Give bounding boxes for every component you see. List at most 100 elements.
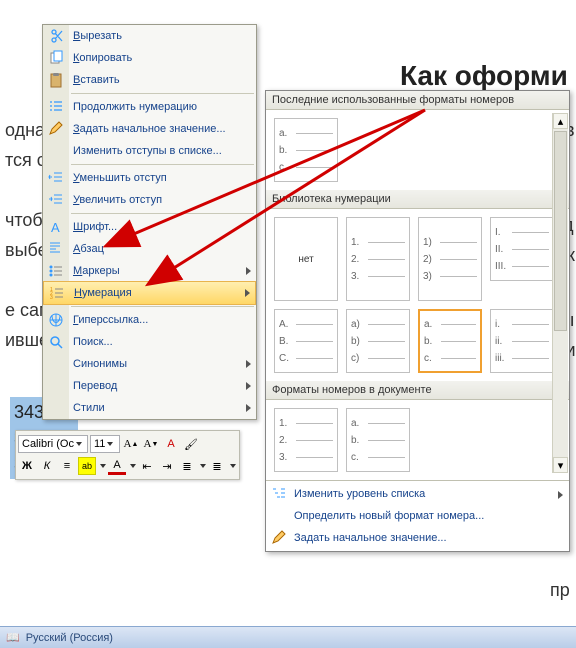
copy-icon [47,49,65,67]
menu-separator [71,306,254,307]
scroll-up-button[interactable]: ▴ [553,113,568,129]
gallery-menu-define-format[interactable]: Определить новый формат номера... [266,505,569,527]
tile-line: A. [279,319,333,330]
menu-item-inc-indent[interactable]: Увеличить отступ [43,189,256,211]
highlight-button[interactable]: ab [78,457,96,475]
font-color-button[interactable]: A [108,457,126,475]
numbering-tile[interactable]: a.b.c. [418,309,482,373]
bullets-button[interactable]: ≣ [178,457,196,475]
numbering-tile[interactable]: 1.2.3. [274,408,338,472]
tile-line: 1. [279,418,333,429]
pencil-icon [271,530,287,546]
numbering-tile-none[interactable]: нет [274,217,338,301]
numbering-tile[interactable]: i.ii.iii. [490,309,554,373]
menu-item-numbering[interactable]: 123Нумерация [43,281,256,305]
numbering-tile[interactable]: 1)2)3) [418,217,482,301]
decrease-indent-button[interactable]: ⇤ [138,457,156,475]
dropdown-icon[interactable] [130,464,136,468]
dropdown-icon[interactable] [230,464,236,468]
indent-inc-icon [47,191,65,209]
status-bar: 📖 Русский (Россия) [0,626,576,648]
numbering-tile[interactable]: a.b.c. [274,118,338,182]
menu-item-paste[interactable]: Вставить [43,69,256,91]
menu-item-copy[interactable]: Копировать [43,47,256,69]
menu-item-continue-num[interactable]: Продолжить нумерацию [43,96,256,118]
menu-item-set-start[interactable]: Задать начальное значение... [43,118,256,140]
scroll-thumb[interactable] [554,131,567,331]
font-size-combo[interactable]: 11 [90,435,120,453]
numbering-mini-button[interactable]: ≣ [208,457,226,475]
book-icon: 📖 [6,631,20,644]
menu-item-label: Уменьшить отступ [73,172,167,184]
menu-item-styles[interactable]: Стили [43,397,256,419]
tile-line: i. [495,319,549,330]
doc-frag: одна [5,120,45,141]
bold-button[interactable]: Ж [18,457,36,475]
italic-button[interactable]: К [38,457,56,475]
doc-frag: пр [550,580,570,601]
gallery-scrollbar[interactable]: ▴ ▾ [552,113,568,473]
numbering-tile[interactable]: a)b)c) [346,309,410,373]
tile-line: 2) [423,254,477,265]
gallery-bottom-menu: Изменить уровень списка Определить новый … [266,480,569,551]
numbering-tile[interactable]: 1.2.3. [346,217,410,301]
style-a-button[interactable]: A [162,435,180,453]
scroll-down-button[interactable]: ▾ [553,457,568,473]
menu-item-dec-indent[interactable]: Уменьшить отступ [43,167,256,189]
gallery-menu-change-level[interactable]: Изменить уровень списка [266,483,569,505]
menu-item-bullets[interactable]: Маркеры [43,260,256,282]
menu-item-paragraph[interactable]: Абзац [43,238,256,260]
tile-line: III. [495,261,549,272]
menu-item-translate[interactable]: Перевод [43,375,256,397]
tile-line: b. [351,435,405,446]
gallery-header-library: Библиотека нумерации [266,190,569,209]
menu-item-adjust-indents[interactable]: Изменить отступы в списке... [43,140,256,162]
numbering-tile[interactable]: A.B.C. [274,309,338,373]
gallery-menu-label: Задать начальное значение... [294,532,447,544]
gallery-menu-set-value[interactable]: Задать начальное значение... [266,527,569,549]
numbering-tile[interactable]: a.b.c. [346,408,410,472]
tile-line: 1) [423,237,477,248]
submenu-arrow-icon [246,404,251,412]
status-language[interactable]: Русский (Россия) [26,632,113,644]
menu-item-hyperlink[interactable]: Гиперссылка... [43,309,256,331]
shrink-font-button[interactable]: A▼ [142,435,160,453]
font-name-value: Calibri (Ос [22,438,74,450]
menu-item-label: Увеличить отступ [73,194,162,206]
tile-line: b. [279,145,333,156]
numbering-tile[interactable]: I.II.III. [490,217,554,281]
menu-item-label: Задать начальное значение... [73,123,226,135]
menu-item-find[interactable]: Поиск... [43,331,256,353]
tile-line: c) [351,353,405,364]
tile-line: II. [495,244,549,255]
bullets-icon [47,262,65,280]
tile-line: a. [351,418,405,429]
submenu-arrow-icon [245,289,250,297]
menu-item-font[interactable]: A Шрифт... [43,216,256,238]
gallery-menu-label: Определить новый формат номера... [294,510,484,522]
tile-line: 2. [279,435,333,446]
menu-item-label: Шрифт... [73,221,117,233]
tile-line: c. [424,353,476,364]
menu-item-synonyms[interactable]: Синонимы [43,353,256,375]
blank-icon [47,355,65,373]
tile-line: 2. [351,254,405,265]
numbering-gallery: Последние использованные форматы номеров… [265,90,570,552]
font-name-combo[interactable]: Calibri (Ос [18,435,88,453]
doc-frag: тся с [5,150,46,171]
gallery-header-recent: Последние использованные форматы номеров [266,91,569,110]
align-center-button[interactable]: ≡ [58,457,76,475]
dropdown-icon[interactable] [200,464,206,468]
grow-font-button[interactable]: A▲ [122,435,140,453]
increase-indent-button[interactable]: ⇥ [158,457,176,475]
dropdown-icon[interactable] [100,464,106,468]
svg-text:A: A [51,220,60,235]
menu-item-cut[interactable]: Вырезать [43,25,256,47]
globe-icon [47,311,65,329]
format-painter-button[interactable]: 🖌 [182,435,200,453]
menu-item-label: Синонимы [73,358,127,370]
tile-line: 1. [351,237,405,248]
paragraph-icon [47,240,65,258]
menu-item-label: Стили [73,402,105,414]
tile-line: B. [279,336,333,347]
